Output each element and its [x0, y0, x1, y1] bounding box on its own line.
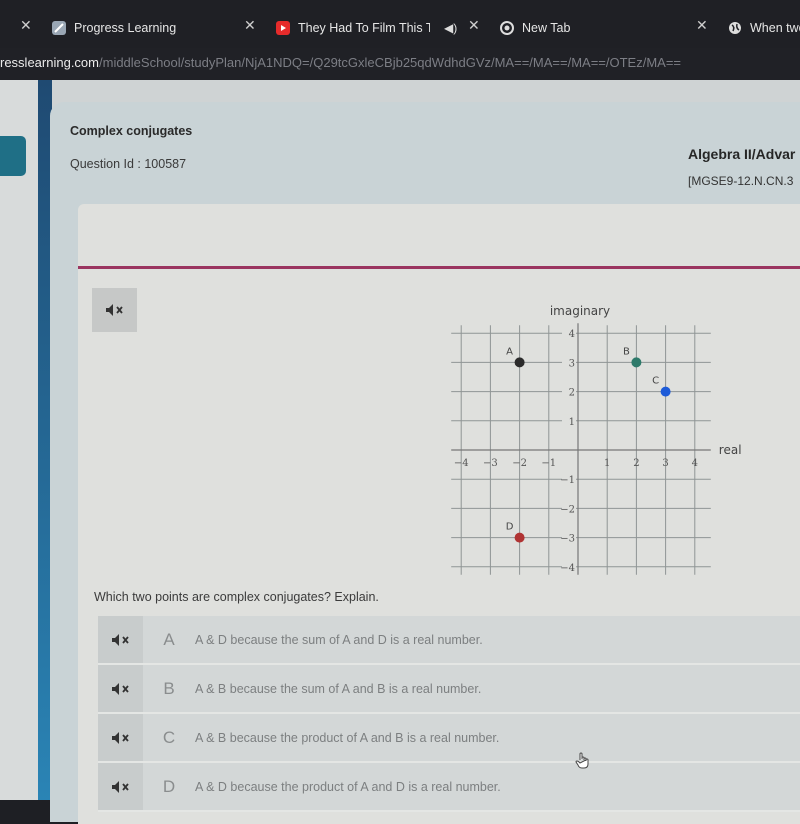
accent-divider — [78, 266, 800, 269]
point-label-d: D — [506, 522, 514, 533]
y-tick-label: −4 — [560, 563, 575, 574]
tab-close-icon[interactable]: ✕ — [244, 17, 256, 34]
x-tick-label: −4 — [454, 458, 469, 469]
tab-progress-learning[interactable]: Progress Learning — [52, 16, 176, 40]
option-text: A & D because the product of A and D is … — [195, 779, 501, 794]
standard-code: [MGSE9-12.N.CN.3 — [688, 174, 794, 188]
tab-close-icon[interactable]: ✕ — [696, 17, 708, 34]
tab-label: When two — [750, 21, 800, 35]
speaker-muted-icon — [105, 304, 123, 316]
point-a — [514, 357, 525, 368]
option-letter: C — [162, 727, 176, 747]
address-bar[interactable]: resslearning.com/middleSchool/studyPlan/… — [0, 48, 800, 80]
question-prompt: Which two points are complex conjugates?… — [94, 590, 379, 604]
speaker-muted-icon — [111, 682, 129, 695]
option-letter: A — [163, 629, 175, 649]
option-read-aloud-button[interactable] — [98, 763, 143, 810]
youtube-favicon — [276, 21, 290, 35]
answer-option-d[interactable]: D A & D because the product of A and D is… — [98, 763, 800, 812]
option-letter: D — [162, 776, 176, 796]
x-tick-label: −1 — [541, 458, 556, 469]
speaker-playing-icon[interactable]: ◀︎) — [444, 21, 457, 35]
point-label-b: B — [623, 346, 630, 357]
y-tick-label: 2 — [569, 388, 575, 399]
point-d — [514, 532, 525, 543]
subject-title: Algebra II/Advar — [688, 146, 796, 162]
point-label-c: C — [652, 376, 659, 387]
option-text: A & D because the sum of A and D is a re… — [195, 632, 483, 647]
left-rail — [0, 80, 38, 800]
point-c — [660, 386, 671, 397]
url-host: resslearning.com — [0, 55, 99, 70]
url-text[interactable]: resslearning.com/middleSchool/studyPlan/… — [0, 55, 681, 70]
question-id: Question Id : 100587 — [70, 157, 187, 171]
y-tick-label: 3 — [569, 358, 575, 369]
globe-favicon — [728, 21, 742, 35]
speaker-muted-icon — [111, 731, 129, 744]
option-read-aloud-button[interactable] — [98, 714, 143, 761]
x-tick-label: −3 — [483, 458, 498, 469]
speaker-muted-icon — [111, 780, 129, 793]
answer-option-c[interactable]: C A & B because the product of A and B is… — [98, 714, 800, 763]
y-tick-label: −3 — [560, 534, 575, 545]
tab-label: Progress Learning — [74, 21, 177, 35]
browser-tab-bar: ✕ Progress Learning ✕ They Had To Film T… — [0, 0, 800, 48]
x-axis-label: real — [719, 443, 742, 457]
hand-cursor-icon — [575, 752, 589, 769]
answer-options: A A & D because the sum of A and D is a r… — [98, 616, 800, 812]
point-b — [631, 357, 642, 368]
y-tick-label: 1 — [569, 417, 575, 428]
page-title: Complex conjugates — [70, 124, 193, 138]
x-tick-label: −2 — [512, 458, 527, 469]
option-text: A & B because the sum of A and B is a re… — [195, 681, 482, 696]
question-area: imaginary real −4 −3 −2 −1 1 2 3 4 4 3 2 1 −1 −2 −3 −4 A B C… — [78, 204, 800, 824]
y-tick-label: 4 — [569, 329, 575, 340]
option-letter: B — [163, 678, 175, 698]
tab-when-two[interactable]: When two — [728, 16, 800, 40]
page: Complex conjugates Question Id : 100587 … — [0, 80, 800, 824]
tab-label: New Tab — [522, 21, 571, 35]
tab-close-icon[interactable]: ✕ — [468, 17, 480, 34]
x-tick-label: 4 — [692, 458, 698, 469]
x-tick-label: 1 — [604, 458, 610, 469]
url-path: /middleSchool/studyPlan/NjA1NDQ=/Q29tcGx… — [99, 55, 682, 70]
progress-learning-favicon — [52, 21, 66, 35]
tab-close-icon[interactable]: ✕ — [20, 17, 32, 34]
speaker-muted-icon — [111, 633, 129, 646]
option-read-aloud-button[interactable] — [98, 665, 143, 712]
tab-label: They Had To Film This Te — [298, 21, 430, 35]
chrome-favicon — [500, 21, 514, 35]
option-text: A & B because the product of A and B is … — [195, 730, 500, 745]
sidebar-toggle-button[interactable] — [0, 136, 26, 176]
complex-plane-graph: imaginary real −4 −3 −2 −1 1 2 3 4 4 3 2 1 −1 −2 −3 −4 A B C… — [451, 304, 742, 575]
answer-option-a[interactable]: A A & D because the sum of A and D is a r… — [98, 616, 800, 665]
tab-youtube[interactable]: They Had To Film This Te ◀︎) — [276, 16, 457, 40]
y-tick-label: −1 — [560, 475, 575, 486]
y-axis-label: imaginary — [550, 304, 610, 318]
tab-new-tab[interactable]: New Tab — [500, 16, 570, 40]
x-tick-label: 3 — [662, 458, 668, 469]
answer-option-b[interactable]: B A & B because the sum of A and B is a r… — [98, 665, 800, 714]
read-aloud-button[interactable] — [92, 288, 137, 332]
option-read-aloud-button[interactable] — [98, 616, 143, 663]
question-card: Complex conjugates Question Id : 100587 … — [50, 102, 800, 824]
y-tick-label: −2 — [560, 504, 575, 515]
x-tick-label: 2 — [633, 458, 639, 469]
point-label-a: A — [506, 346, 513, 357]
